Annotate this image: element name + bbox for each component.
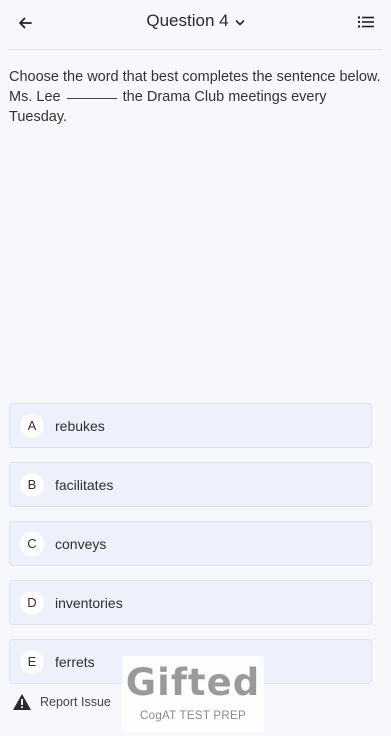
option-text: inventories xyxy=(55,594,123,611)
question-instruction: Choose the word that best completes the … xyxy=(9,69,381,85)
option-text: rebukes xyxy=(55,417,105,434)
option-b[interactable]: B facilitates xyxy=(9,462,372,507)
list-icon xyxy=(357,16,374,28)
option-text: conveys xyxy=(55,535,107,552)
option-a[interactable]: A rebukes xyxy=(9,403,372,448)
option-text: ferrets xyxy=(55,653,95,670)
warning-icon xyxy=(13,694,31,710)
chevron-down-icon xyxy=(235,12,245,32)
watermark-logo: Gifted CogAT TEST PREP xyxy=(122,656,264,732)
option-letter: C xyxy=(20,531,44,556)
question-prompt: Choose the word that best completes the … xyxy=(9,67,381,127)
header: Question 4 xyxy=(0,0,391,46)
option-d[interactable]: D inventories xyxy=(9,580,372,625)
option-letter: D xyxy=(20,590,44,615)
page-title: Question 4 xyxy=(146,11,229,30)
option-c[interactable]: C conveys xyxy=(9,521,372,566)
question-selector[interactable]: Question 4 xyxy=(0,11,391,32)
sentence-blank xyxy=(66,98,117,99)
watermark-title: Gifted xyxy=(125,661,261,704)
option-letter: E xyxy=(20,649,44,674)
sentence-start: Ms. Lee xyxy=(9,89,61,105)
watermark-subtitle: CogAT TEST PREP xyxy=(140,710,246,722)
option-letter: B xyxy=(20,472,44,497)
report-issue-button[interactable]: Report Issue xyxy=(12,693,111,711)
option-text: facilitates xyxy=(55,476,114,493)
header-divider xyxy=(8,49,383,50)
question-sentence: Ms. Lee the Drama Club meetings every Tu… xyxy=(9,87,381,127)
report-issue-label: Report Issue xyxy=(40,695,111,709)
option-letter: A xyxy=(20,413,44,438)
question-list-button[interactable] xyxy=(355,11,377,33)
answer-options: A rebukes B facilitates C conveys D inve… xyxy=(9,403,372,698)
